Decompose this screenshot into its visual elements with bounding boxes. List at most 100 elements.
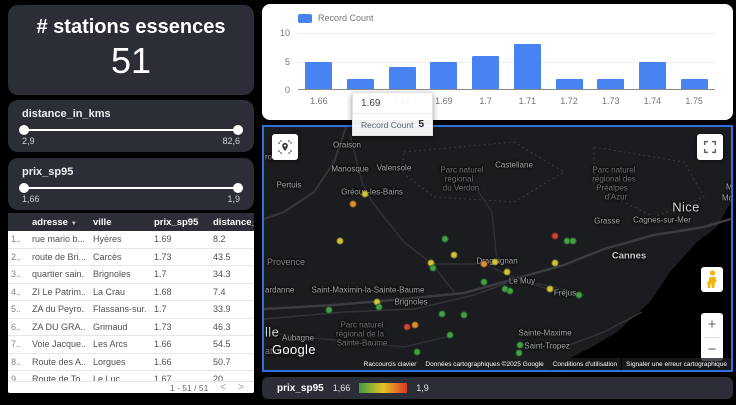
table-row[interactable]: 4..ZI Le Patrim...La Crau1.687.4 [8, 284, 254, 302]
station-dot[interactable] [461, 312, 468, 319]
station-dot[interactable] [517, 342, 524, 349]
record-count-bar-chart: Record Count 05101.661.671.681.691.71.71… [262, 4, 733, 120]
scorecard-stations: # stations essences 51 [8, 5, 254, 95]
station-dot[interactable] [447, 332, 454, 339]
station-dot[interactable] [337, 238, 344, 245]
station-dot[interactable] [439, 311, 446, 318]
station-dot[interactable] [362, 191, 369, 198]
station-dot[interactable] [504, 269, 511, 276]
attribution-link[interactable]: Données cartographiques ©2025 Google [421, 358, 547, 370]
station-dot[interactable] [552, 233, 559, 240]
station-dot[interactable] [404, 324, 411, 331]
bar-1.74[interactable] [639, 62, 666, 90]
bar-1.69[interactable] [430, 62, 457, 90]
table-row[interactable]: 1..rue mario b...Hyères1.698.2 [8, 231, 254, 249]
y-tick-label: 0 [264, 85, 290, 95]
station-dot[interactable] [326, 307, 333, 314]
attribution-link[interactable]: Signaler une erreur cartographique [622, 358, 731, 370]
table-row[interactable]: 5..ZA du Peyro...Flassans-sur...1.733.9 [8, 301, 254, 319]
next-page-icon[interactable]: > [238, 383, 244, 393]
slider-track[interactable] [24, 129, 238, 131]
bar-1.72[interactable] [556, 79, 583, 89]
chart-plot-area [298, 33, 715, 90]
station-dot[interactable] [414, 349, 421, 356]
bar-1.75[interactable] [681, 79, 708, 89]
col-adresse[interactable]: adresse▼ [24, 217, 85, 228]
station-dot[interactable] [547, 286, 554, 293]
slider-distance-in-kms[interactable]: distance_in_kms 2,9 82,6 [8, 100, 254, 152]
station-dot[interactable] [430, 265, 437, 272]
x-tick-label: 1.72 [560, 96, 578, 106]
station-dot[interactable] [350, 201, 357, 208]
table-cell: 6.. [8, 322, 24, 332]
street-view-pegman[interactable] [701, 267, 723, 292]
station-dot[interactable] [451, 252, 458, 259]
table-row[interactable]: 7..Voie Jacque...Les Arcs1.6654.5 [8, 336, 254, 354]
prev-page-icon[interactable]: < [220, 383, 226, 393]
table-cell: 1.66 [146, 339, 205, 349]
slider-handle-max[interactable] [233, 125, 243, 135]
slider-prix-sp95[interactable]: prix_sp95 1,66 1,9 [8, 158, 254, 210]
table-cell: 2.. [8, 252, 24, 262]
zoom-in-button[interactable]: + [701, 313, 723, 337]
dashboard-page: # stations essences 51 distance_in_kms 2… [0, 0, 736, 405]
bar-1.7[interactable] [472, 56, 499, 89]
table-cell: 1.73 [146, 322, 205, 332]
legend-label: Record Count [318, 13, 374, 23]
station-dot[interactable] [516, 350, 523, 357]
station-dot[interactable] [507, 288, 514, 295]
station-dot[interactable] [576, 292, 583, 299]
attribution-link[interactable]: Raccourcis clavier [360, 358, 421, 370]
table-row[interactable]: 2..route de Bri...Carcès1.7343.5 [8, 249, 254, 267]
table-cell: Flassans-sur... [85, 304, 146, 314]
bar-1.68[interactable] [389, 67, 416, 89]
table-row[interactable]: 3..quartier sain...Brignoles1.734.3 [8, 266, 254, 284]
slider-min-value: 1,66 [22, 194, 40, 204]
slider-max-value: 1,9 [227, 194, 240, 204]
table-cell: 1.7 [146, 304, 205, 314]
station-dot[interactable] [412, 322, 419, 329]
fullscreen-button[interactable] [697, 134, 723, 160]
x-axis-line [298, 89, 715, 90]
bar-1.66[interactable] [305, 62, 332, 90]
table-cell: Grimaud [85, 322, 146, 332]
tooltip-metric-label: Record Count [361, 120, 413, 130]
x-tick-label: 1.66 [310, 96, 328, 106]
table-cell: ZA DU GRA... [24, 322, 85, 332]
bar-1.71[interactable] [514, 44, 541, 89]
station-dot[interactable] [481, 261, 488, 268]
tooltip-metric-value: 5 [418, 119, 424, 130]
col-ville[interactable]: ville [85, 217, 146, 228]
bar-1.73[interactable] [597, 79, 624, 89]
station-dot[interactable] [376, 304, 383, 311]
table-cell: 1.66 [146, 357, 205, 367]
table-cell: 50.7 [205, 357, 254, 367]
table-cell: route de Bri... [24, 252, 85, 262]
table-cell: Voie Jacque... [24, 339, 85, 349]
col-prix-sp95[interactable]: prix_sp95 [146, 217, 205, 228]
station-dot[interactable] [570, 238, 577, 245]
slider-track[interactable] [24, 187, 238, 189]
station-dot[interactable] [492, 259, 499, 266]
table-cell: 1.68 [146, 287, 205, 297]
slider-handle-max[interactable] [233, 183, 243, 193]
google-logo: Google [272, 342, 316, 357]
col-distance[interactable]: distance_... [205, 217, 254, 228]
slider-handle-min[interactable] [19, 125, 29, 135]
table-cell: 3.. [8, 269, 24, 279]
table-row[interactable]: 6..ZA DU GRA...Grimaud1.7346.3 [8, 319, 254, 337]
table-cell: 34.3 [205, 269, 254, 279]
station-dot[interactable] [442, 236, 449, 243]
station-dot[interactable] [481, 279, 488, 286]
attribution-link[interactable]: Conditions d'utilisation [549, 358, 621, 370]
x-tick-label: 1.74 [644, 96, 662, 106]
station-dot[interactable] [552, 260, 559, 267]
recenter-map-button[interactable] [272, 134, 298, 160]
bar-1.67[interactable] [347, 79, 374, 89]
table-cell: Carcès [85, 252, 146, 262]
table-row[interactable]: 8..Route des A...Lorgues1.6650.7 [8, 354, 254, 372]
slider-max-value: 82,6 [222, 136, 240, 146]
table-cell: Lorgues [85, 357, 146, 367]
map[interactable]: OraisonManosqueValensoleCastellanePertui… [262, 125, 733, 372]
slider-handle-min[interactable] [19, 183, 29, 193]
